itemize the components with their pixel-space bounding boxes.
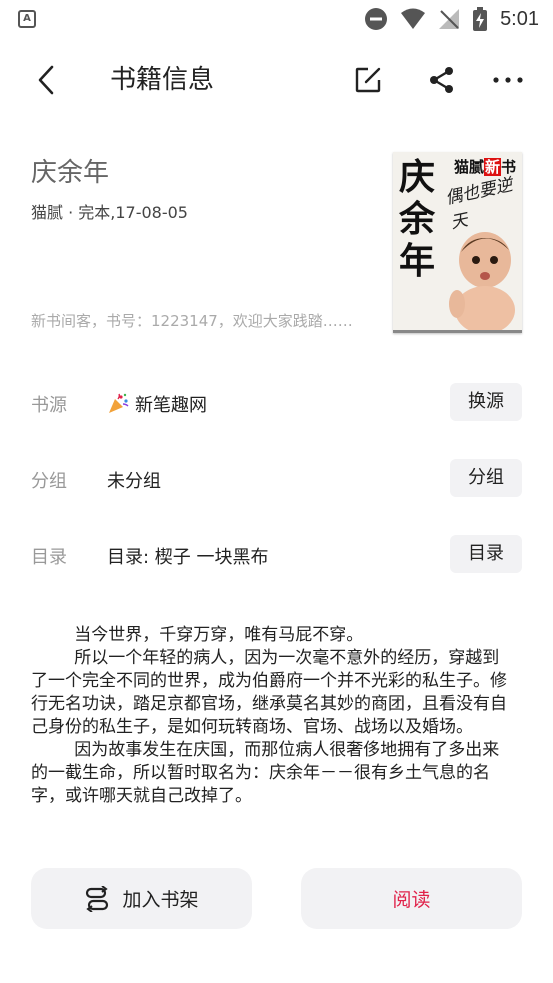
- status-bar: A 5:01: [0, 0, 553, 38]
- source-name: 新笔趣网: [135, 395, 207, 416]
- toc-value: 目录: 楔子 一块黑布: [107, 547, 269, 568]
- book-cover[interactable]: 庆余年 猫腻新书 偶也要逆天: [393, 152, 522, 333]
- page-title: 书籍信息: [110, 65, 215, 95]
- share-button[interactable]: [424, 62, 460, 98]
- more-button[interactable]: [490, 62, 526, 98]
- book-title: 庆余年: [31, 158, 110, 188]
- battery-charging-icon: [473, 7, 488, 31]
- app-notification-icon: A: [18, 10, 36, 28]
- cover-baby-image: [449, 232, 515, 330]
- status-icons: 5:01: [364, 6, 539, 32]
- change-source-button[interactable]: 换源: [450, 383, 522, 421]
- edit-icon: [355, 67, 381, 93]
- add-to-shelf-label: 加入书架: [122, 889, 199, 911]
- group-label: 分组: [31, 471, 67, 492]
- read-button[interactable]: 阅读: [301, 868, 522, 929]
- group-button[interactable]: 分组: [450, 459, 522, 497]
- book-intro: 当今世界，千穿万穿，唯有马屁不穿。 所以一个年轻的病人，因为一次毫不意外的经历，…: [31, 625, 507, 806]
- back-button[interactable]: [28, 62, 64, 98]
- group-value: 未分组: [107, 471, 161, 492]
- wifi-icon: [401, 8, 426, 29]
- toc-row: 目录 目录: 楔子 一块黑布 目录: [31, 535, 522, 575]
- add-to-shelf-button[interactable]: 加入书架: [31, 868, 252, 929]
- more-icon: [493, 77, 523, 83]
- party-popper-icon: [109, 393, 129, 413]
- toc-label: 目录: [31, 547, 67, 568]
- clock: 5:01: [500, 7, 539, 30]
- toc-button[interactable]: 目录: [450, 535, 522, 573]
- back-arrow-icon: [38, 65, 54, 95]
- share-icon: [430, 67, 453, 93]
- source-label: 书源: [31, 395, 67, 416]
- no-signal-icon: [439, 9, 460, 29]
- book-intro-preview: 新书间客，书号：1223147，欢迎大家践踏……: [31, 312, 353, 330]
- source-value: 新笔趣网: [107, 391, 207, 417]
- toolbar: 书籍信息: [0, 44, 553, 116]
- dnd-icon: [365, 8, 388, 30]
- source-row: 书源 新笔趣网 换源: [31, 383, 522, 423]
- edit-button[interactable]: [350, 62, 386, 98]
- bookshelf-swap-icon: [86, 885, 109, 912]
- cover-title: 庆余年: [398, 156, 435, 282]
- book-meta: 猫腻 · 完本,17-08-05: [31, 203, 188, 222]
- group-row: 分组 未分组 分组: [31, 459, 522, 499]
